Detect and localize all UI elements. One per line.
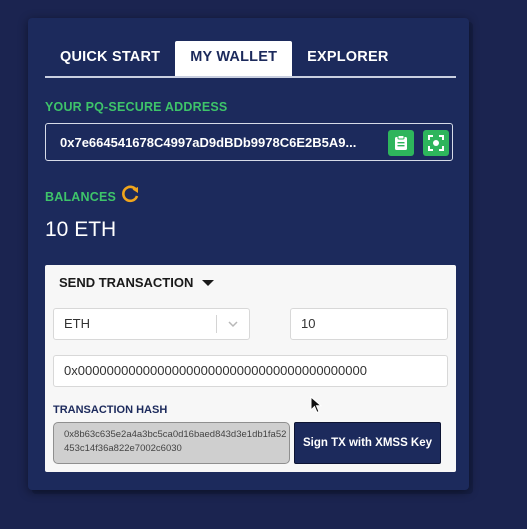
mouse-cursor-icon [310,396,322,414]
clipboard-icon [395,135,407,150]
sign-tx-button[interactable]: Sign TX with XMSS Key [294,422,441,464]
scan-qr-button[interactable] [423,130,449,156]
select-divider [216,315,217,333]
transaction-hash-field[interactable]: 0x8b63c635e2a4a3bc5ca0d16baed843d3e1db1f… [53,422,290,464]
address-value: 0x7e664541678C4997aD9dBDb9978C6E2B5A9... [60,135,357,150]
send-transaction-header[interactable]: SEND TRANSACTION [59,275,193,290]
copy-address-button[interactable] [388,130,414,156]
currency-select[interactable]: ETH [53,308,250,340]
currency-value: ETH [64,316,90,331]
balance-value: 10 ETH [45,218,117,241]
chevron-down-icon[interactable] [227,318,239,330]
scan-icon [428,135,444,151]
recipient-address-input[interactable]: 0x00000000000000000000000000000000000000… [53,355,448,387]
send-transaction-card: SEND TRANSACTION ETH 10 0x00000000000000… [45,265,456,472]
tab-bar: QUICK START MY WALLET EXPLORER [45,41,456,78]
refresh-icon[interactable] [122,185,140,203]
wallet-panel: QUICK START MY WALLET EXPLORER YOUR PQ-S… [28,18,469,490]
tab-my-wallet[interactable]: MY WALLET [175,41,293,76]
balances-label: BALANCES [45,190,117,204]
address-field: 0x7e664541678C4997aD9dBDb9978C6E2B5A9... [45,123,453,161]
address-label: YOUR PQ-SECURE ADDRESS [45,100,228,114]
tab-quick-start[interactable]: QUICK START [45,41,175,76]
tab-explorer[interactable]: EXPLORER [292,41,403,76]
caret-down-icon[interactable] [202,280,214,286]
amount-input[interactable]: 10 [290,308,448,340]
amount-value: 10 [301,316,316,331]
recipient-address-value: 0x00000000000000000000000000000000000000… [64,363,367,378]
transaction-hash-label: TRANSACTION HASH [53,404,168,416]
